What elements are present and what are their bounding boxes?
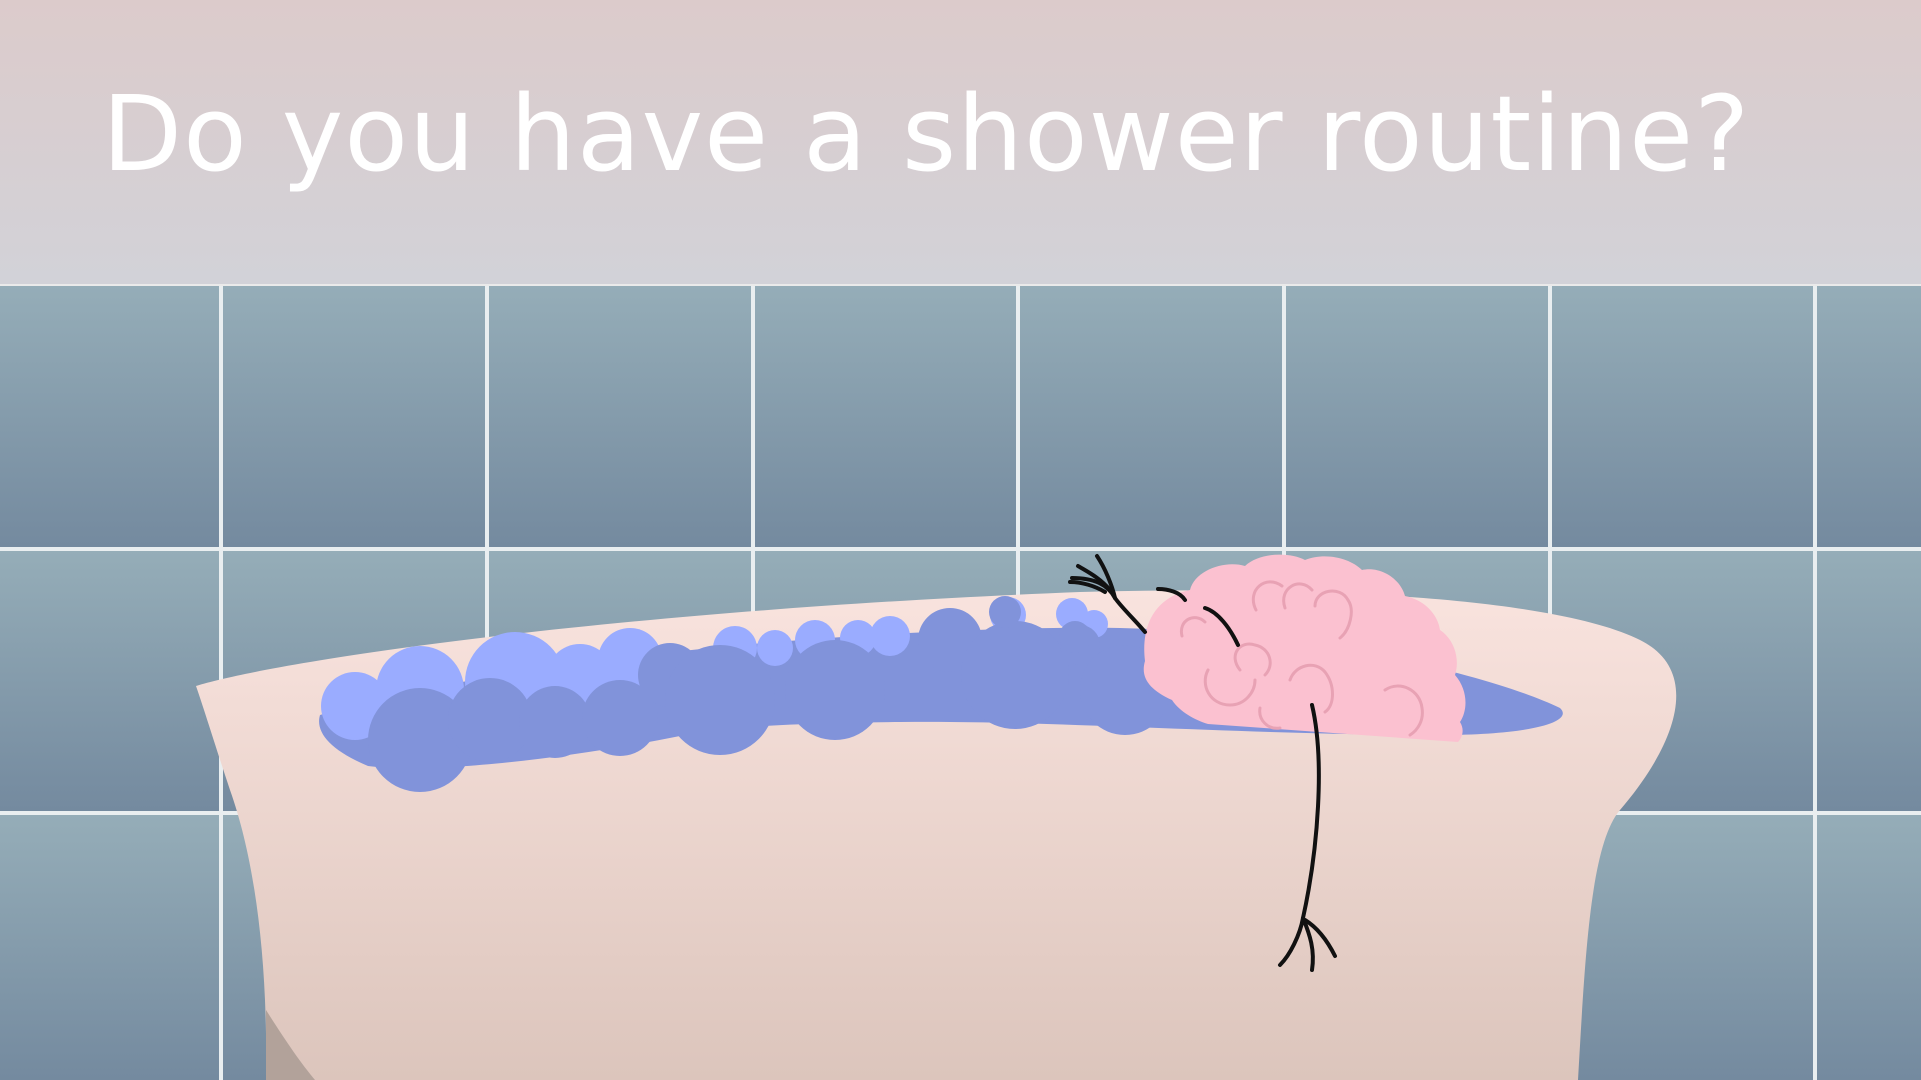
slide: Do you have a shower routine? (0, 0, 1921, 1080)
brain-body (1143, 554, 1466, 742)
bathtub-illustration (196, 554, 1677, 1080)
